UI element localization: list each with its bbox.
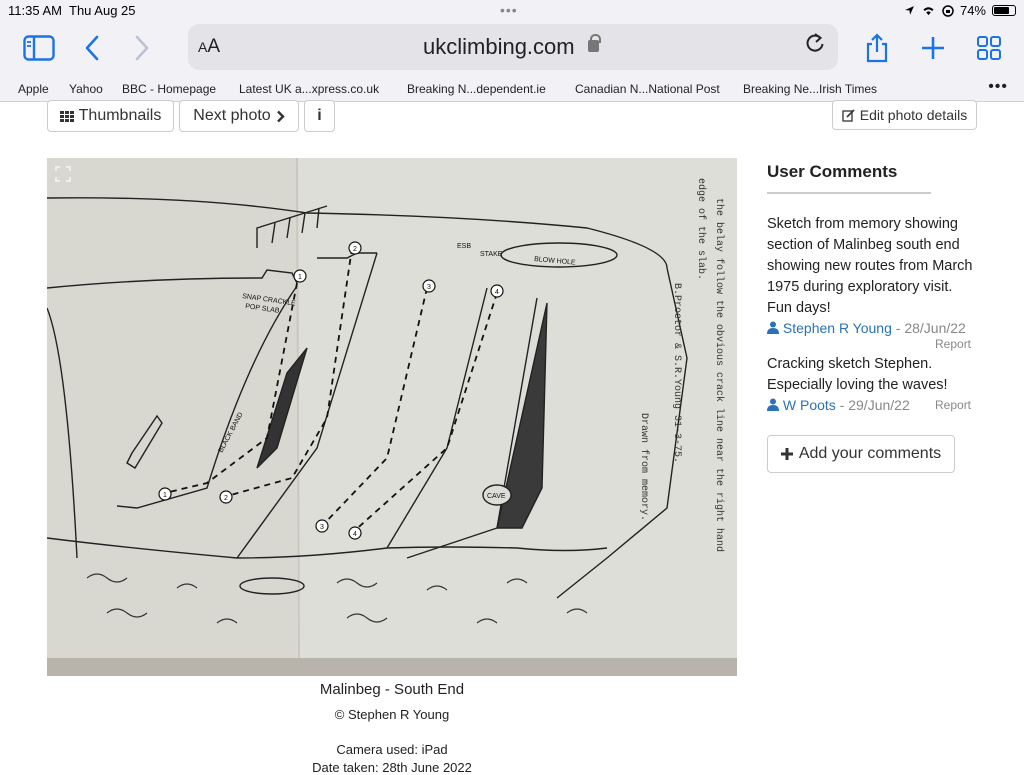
wifi-icon (923, 7, 934, 16)
share-icon[interactable] (862, 32, 892, 64)
battery-percent: 74% (959, 3, 986, 18)
label-stake: STAKE (480, 251, 503, 258)
user-comments-panel: User Comments Sketch from memory showing… (767, 158, 977, 473)
route-start-4: 4 (353, 531, 357, 538)
address-bar[interactable]: AA ukclimbing.com (188, 24, 838, 70)
browser-toolbar: AA ukclimbing.com (0, 22, 1024, 78)
info-button[interactable]: i (304, 100, 335, 132)
comment-user-link[interactable]: W Poots (783, 397, 836, 413)
route-number-2: 2 (353, 246, 357, 253)
bookmark-independent[interactable]: Breaking N...dependent.ie (407, 82, 546, 96)
typed-note-line-4: Drawn from memory. (638, 413, 650, 521)
bookmark-yahoo[interactable]: Yahoo (69, 82, 103, 96)
fullscreen-icon[interactable] (55, 166, 71, 182)
comment-date: - 28/Jun/22 (891, 320, 966, 336)
typed-note-line-1: the belay follow the obvious crack line … (713, 198, 725, 552)
photo-camera: Camera used: iPad (336, 742, 448, 757)
photo-copyright: © Stephen R Young (334, 707, 450, 722)
chevron-right-icon (276, 110, 285, 122)
route-start-1: 1 (163, 492, 167, 499)
bookmark-bbc[interactable]: BBC - Homepage (122, 82, 216, 96)
sidebar-icon[interactable] (22, 32, 56, 64)
edit-photo-details-label: Edit photo details (859, 107, 968, 123)
report-link[interactable]: Report (935, 398, 971, 412)
user-icon (767, 321, 779, 334)
multitasking-dots-icon[interactable]: ••• (500, 2, 518, 18)
status-bar: 11:35 AM Thu Aug 25 ••• 74% (0, 0, 1024, 22)
new-tab-icon[interactable] (918, 32, 948, 64)
report-link[interactable]: Report (935, 337, 971, 351)
sketch-drawing: 1 2 3 4 1 2 3 4 SNAP CRACKLE POP SLAB BL… (47, 158, 737, 676)
typed-note-line-2: edge of the slab. (695, 178, 707, 280)
thumbnails-label: Thumbnails (78, 107, 162, 124)
bookmark-irish-times[interactable]: Breaking Ne...Irish Times (743, 82, 877, 96)
next-photo-label: Next photo (193, 107, 271, 124)
status-date: Thu Aug 25 (69, 3, 136, 18)
comment-item: Cracking sketch Stephen. Especially lovi… (767, 354, 977, 417)
thumbnails-icon (59, 110, 74, 122)
comment-date: - 29/Jun/22 (835, 397, 910, 413)
climbing-sketch-photo[interactable]: 1 2 3 4 1 2 3 4 SNAP CRACKLE POP SLAB BL… (47, 158, 737, 676)
comments-heading: User Comments (767, 162, 931, 194)
info-icon: i (317, 107, 322, 124)
comment-text: Sketch from memory showing section of Ma… (767, 216, 973, 316)
comment-item: Sketch from memory showing section of Ma… (767, 214, 977, 352)
comment-text: Cracking sketch Stephen. Especially lovi… (767, 356, 948, 393)
location-icon (905, 6, 914, 15)
bookmark-express[interactable]: Latest UK a...xpress.co.uk (239, 82, 379, 96)
route-number-1: 1 (298, 274, 302, 281)
plus-icon (780, 448, 793, 460)
thumbnails-button[interactable]: Thumbnails (47, 100, 174, 132)
reload-icon[interactable] (805, 32, 825, 60)
comment-user-link[interactable]: Stephen R Young (783, 320, 892, 336)
back-icon[interactable] (80, 32, 104, 64)
bookmark-national-post[interactable]: Canadian N...National Post (575, 82, 720, 96)
status-time: 11:35 AM (8, 3, 62, 18)
reader-settings-button[interactable]: AA (198, 36, 220, 58)
label-cave: CAVE (487, 493, 506, 500)
bookmark-apple[interactable]: Apple (18, 82, 49, 96)
bookmarks-bar: Apple Yahoo BBC - Homepage Latest UK a..… (0, 78, 1024, 102)
photo-title: Malinbeg - South End (319, 681, 465, 698)
lock-icon (588, 34, 601, 52)
tabs-overview-icon[interactable] (974, 32, 1004, 64)
edit-icon (842, 108, 855, 122)
url-text: ukclimbing.com (423, 34, 575, 59)
label-esb: ESB (457, 243, 471, 250)
more-bookmarks-icon[interactable]: ••• (988, 78, 1008, 96)
route-start-3: 3 (320, 524, 324, 531)
user-icon (767, 398, 779, 411)
route-number-3: 3 (427, 284, 431, 291)
comment-meta: W Poots - 29/Jun/22 Report (767, 397, 977, 417)
screen-lock-icon (942, 4, 954, 17)
route-start-2: 2 (224, 495, 228, 502)
add-comment-label: Add your comments (798, 445, 942, 462)
forward-icon[interactable] (130, 32, 154, 64)
typed-note-line-3: B.Proctor & S.R.Young 31-3-75. (671, 283, 682, 463)
route-number-4: 4 (495, 289, 499, 296)
next-photo-button[interactable]: Next photo (179, 100, 299, 132)
edit-photo-details-button[interactable]: Edit photo details (832, 100, 977, 130)
add-comment-button[interactable]: Add your comments (767, 435, 955, 473)
battery-icon (992, 5, 1016, 16)
